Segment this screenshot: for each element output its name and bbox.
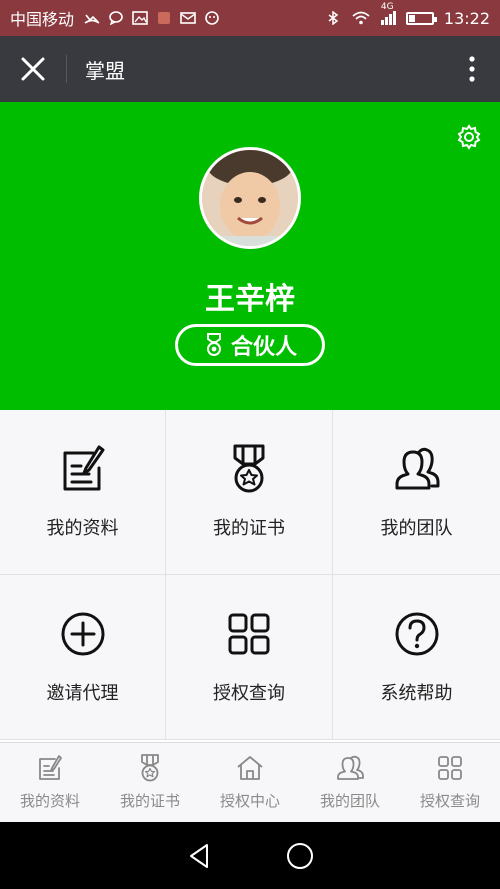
grid-item-my-team[interactable]: 我的团队 xyxy=(333,410,500,575)
medal-icon xyxy=(206,333,221,356)
wechat-icon xyxy=(205,11,219,25)
avatar-photo xyxy=(202,150,298,246)
cellular-signal-icon: 4G xyxy=(380,2,396,25)
tab-my-profile[interactable]: 我的资料 xyxy=(0,743,100,822)
home-icon xyxy=(237,756,263,780)
status-bar: 中国移动 4G 13:22 xyxy=(0,0,500,36)
edit-icon xyxy=(39,755,62,780)
title-bar: 掌盟 xyxy=(0,36,500,102)
feature-grid: 我的资料 我的证书 我的团队 邀请代理 授权查询 系统帮助 xyxy=(0,410,500,740)
tab-auth-query[interactable]: 授权查询 xyxy=(400,743,500,822)
grid-item-label: 我的资料 xyxy=(46,518,119,539)
help-icon xyxy=(395,612,438,656)
grid-item-label: 邀请代理 xyxy=(46,683,119,704)
role-label: 合伙人 xyxy=(230,335,297,360)
grid-item-invite-agent[interactable]: 邀请代理 xyxy=(0,575,166,740)
plus-circle-icon xyxy=(61,612,104,656)
tab-label: 我的资料 xyxy=(19,792,80,810)
more-vertical-icon xyxy=(469,56,475,82)
gear-icon xyxy=(457,124,481,150)
system-nav-bar xyxy=(0,822,500,889)
title-divider xyxy=(66,55,67,83)
close-icon xyxy=(21,57,45,81)
chat-bubble-icon xyxy=(109,11,123,25)
grid-item-auth-query[interactable]: 授权查询 xyxy=(166,575,333,740)
grid-item-label: 授权查询 xyxy=(213,683,285,704)
network-type: 4G xyxy=(380,2,394,12)
grid-icon xyxy=(228,613,270,655)
tab-label: 授权中心 xyxy=(219,792,280,810)
team-icon xyxy=(337,755,364,780)
settings-button[interactable] xyxy=(456,124,482,150)
grid-item-label: 系统帮助 xyxy=(380,683,453,704)
page-title: 掌盟 xyxy=(85,58,125,83)
battery-level xyxy=(408,14,415,22)
more-menu-button[interactable] xyxy=(444,36,500,102)
back-icon[interactable] xyxy=(185,841,215,871)
bluetooth-icon xyxy=(328,11,339,25)
role-badge: 合伙人 xyxy=(175,324,325,366)
clock: 13:22 xyxy=(443,8,490,28)
profile-header: 王辛梓 合伙人 xyxy=(0,102,500,410)
grid-item-system-help[interactable]: 系统帮助 xyxy=(333,575,500,740)
team-icon xyxy=(395,447,439,490)
tab-label: 我的证书 xyxy=(119,792,180,810)
tab-auth-center[interactable]: 授权中心 xyxy=(200,743,300,822)
carrier-name: 中国移动 xyxy=(10,10,75,29)
app-icon xyxy=(158,12,171,24)
grid-icon xyxy=(438,756,462,780)
notification-icons xyxy=(84,11,220,25)
avatar[interactable] xyxy=(199,147,301,249)
medal-icon xyxy=(233,444,265,493)
grid-item-label: 我的证书 xyxy=(213,518,285,539)
bottom-tab-bar: 我的资料 我的证书 授权中心 我的团队 授权查询 xyxy=(0,742,500,822)
mail-icon xyxy=(180,12,196,24)
status-right: 4G 13:22 xyxy=(325,2,490,28)
tab-my-team[interactable]: 我的团队 xyxy=(300,743,400,822)
missed-call-icon xyxy=(84,14,100,24)
tab-label: 我的团队 xyxy=(319,792,380,810)
image-icon xyxy=(132,11,148,25)
wifi-icon xyxy=(352,11,370,25)
tab-my-certificate[interactable]: 我的证书 xyxy=(100,743,200,822)
battery-icon xyxy=(405,11,437,25)
home-nav-icon[interactable] xyxy=(285,841,315,871)
close-button[interactable] xyxy=(0,36,66,102)
tab-label: 授权查询 xyxy=(419,792,480,810)
user-name: 王辛梓 xyxy=(205,282,295,317)
grid-item-label: 我的团队 xyxy=(380,518,453,539)
medal-icon xyxy=(141,754,159,782)
grid-item-my-profile[interactable]: 我的资料 xyxy=(0,410,166,575)
edit-icon xyxy=(63,445,104,491)
grid-item-my-certificate[interactable]: 我的证书 xyxy=(166,410,333,575)
